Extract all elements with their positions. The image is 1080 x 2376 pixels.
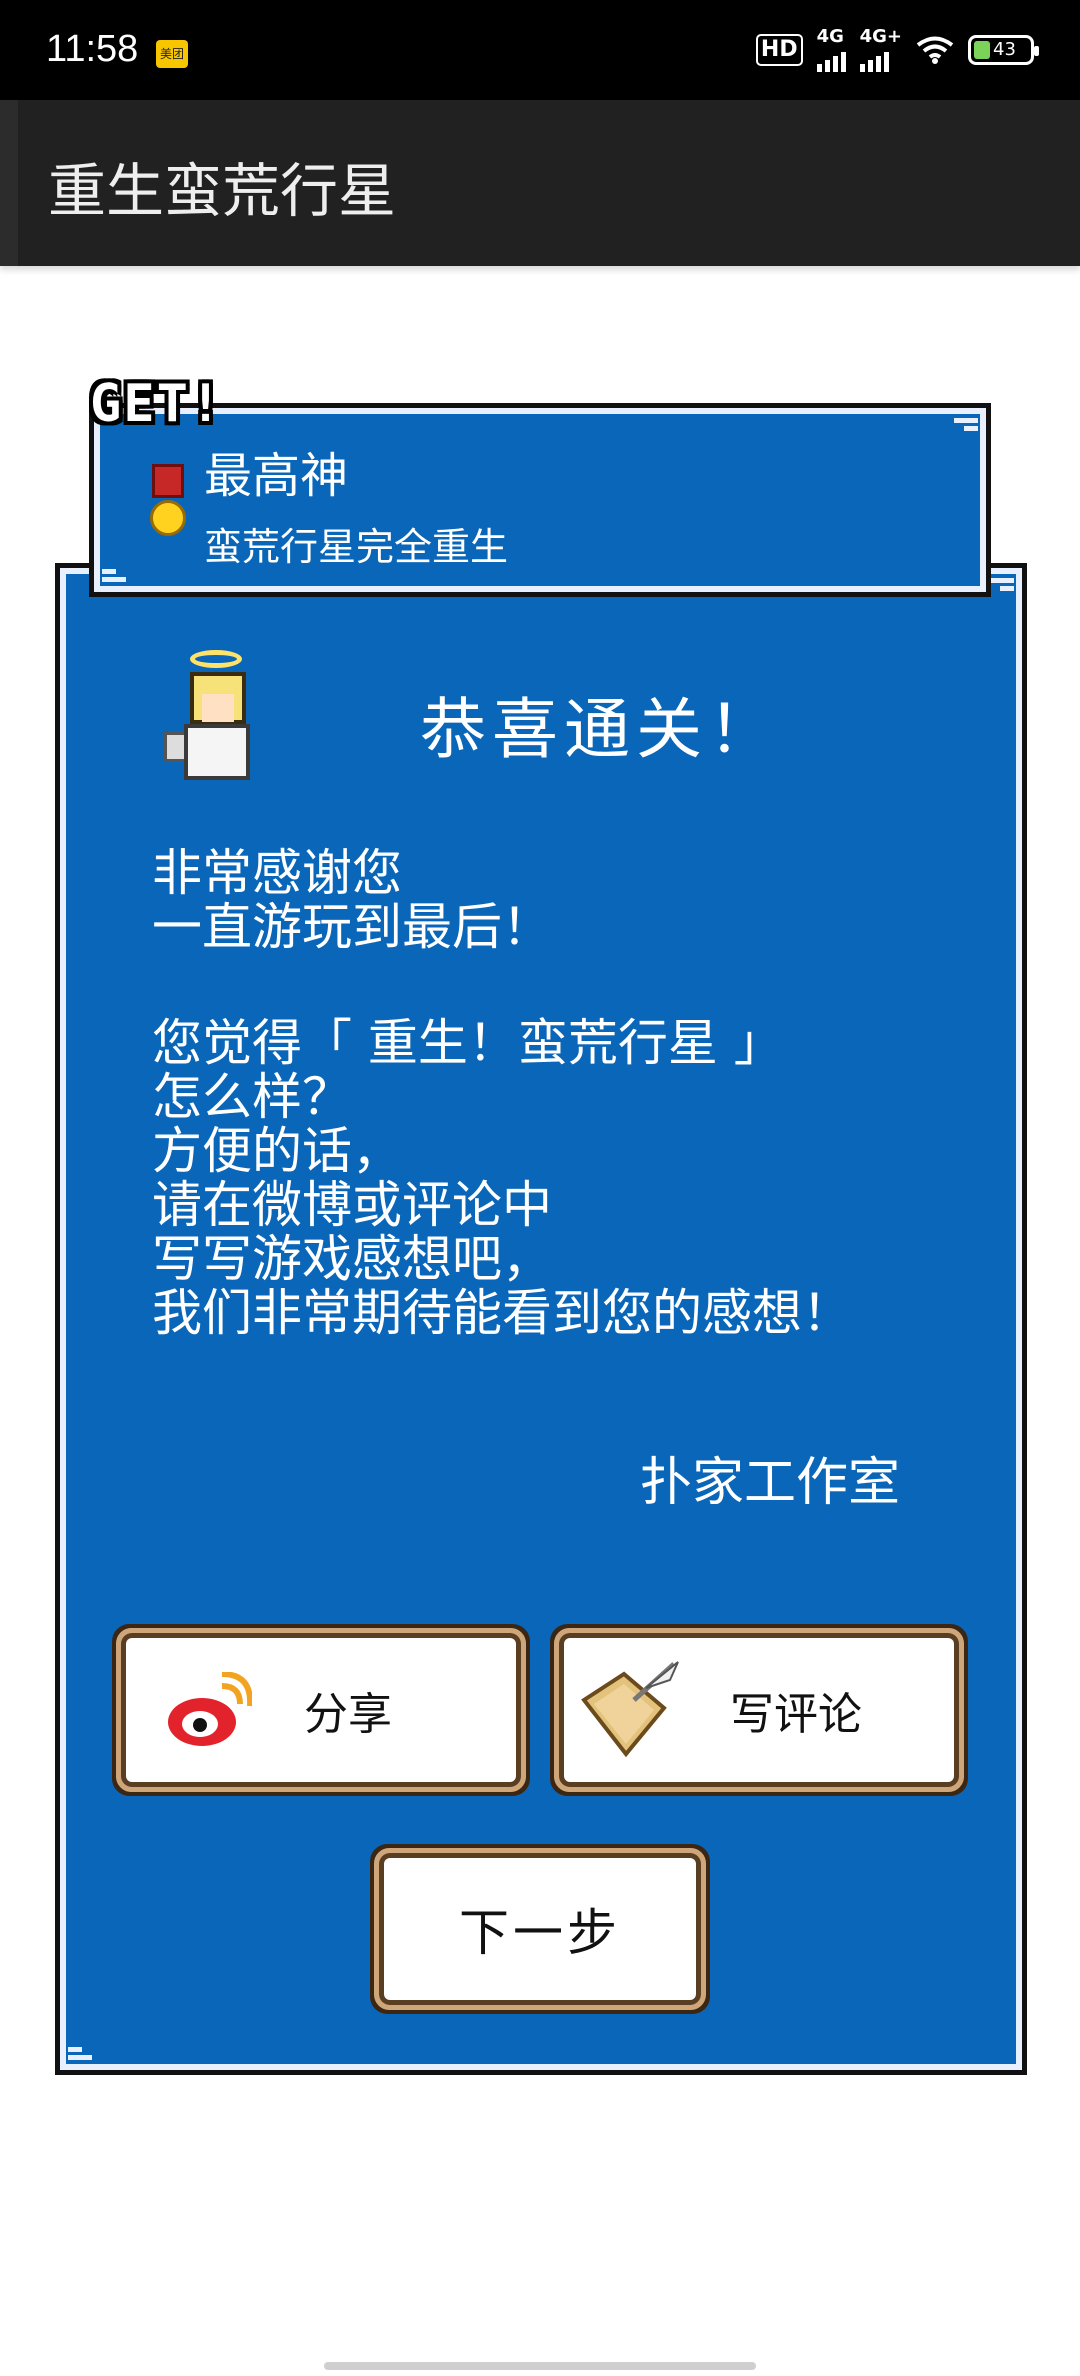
home-indicator[interactable] [324, 2362, 756, 2370]
app-title: 重生蛮荒行星 [48, 157, 397, 225]
status-time: 11:58 [46, 28, 139, 70]
feedback-message: 您觉得「 重生！蛮荒行星 」 怎么样？ 方便的话， 请在微博或评论中 写写游戏感… [152, 1014, 852, 1342]
battery-level: 43 [993, 39, 1016, 60]
achievement-title: 最高神 [204, 448, 349, 504]
battery-icon: 43 [968, 35, 1039, 65]
angel-avatar-icon [160, 650, 276, 786]
app-bar: 重生蛮荒行星 [0, 100, 1080, 266]
share-button-label: 分享 [304, 1689, 392, 1740]
thanks-message: 非常感谢您 一直游玩到最后！ [152, 844, 552, 956]
panel-corner-decoration [938, 416, 978, 440]
achievement-subtitle: 蛮荒行星完全重生 [204, 525, 509, 569]
wifi-icon [916, 36, 954, 64]
signal-1: 4G [816, 26, 846, 72]
medal-icon [148, 464, 188, 542]
congrats-heading: 恭喜通关！ [420, 691, 780, 768]
write-review-button[interactable]: 写评论 [564, 1638, 954, 1782]
get-badge-label: GET! [90, 374, 224, 434]
status-bar: 11:58 美团 HD 4G 4G+ 43 [0, 0, 1080, 100]
signal-bars-icon [859, 46, 889, 72]
meituan-notification-icon: 美团 [156, 40, 188, 68]
next-step-label: 下一步 [459, 1904, 621, 1962]
panel-corner-decoration [68, 2038, 108, 2062]
share-button[interactable]: 分享 [126, 1638, 516, 1782]
network-type-2: 4G+ [859, 26, 902, 47]
network-type-1: 4G [816, 26, 844, 47]
weibo-icon [168, 1672, 252, 1746]
panel-corner-decoration [102, 560, 142, 584]
signal-2: 4G+ [859, 26, 902, 72]
hd-icon: HD [755, 34, 803, 66]
app-bar-edge [0, 100, 18, 266]
scroll-quill-icon [581, 1661, 679, 1758]
status-icons: HD 4G 4G+ 43 [755, 26, 1039, 72]
write-review-label: 写评论 [730, 1689, 862, 1740]
next-step-button[interactable]: 下一步 [384, 1858, 696, 2000]
panel-corner-decoration [974, 576, 1014, 600]
studio-signature: 扑家工作室 [640, 1453, 901, 1513]
signal-bars-icon [816, 46, 846, 72]
